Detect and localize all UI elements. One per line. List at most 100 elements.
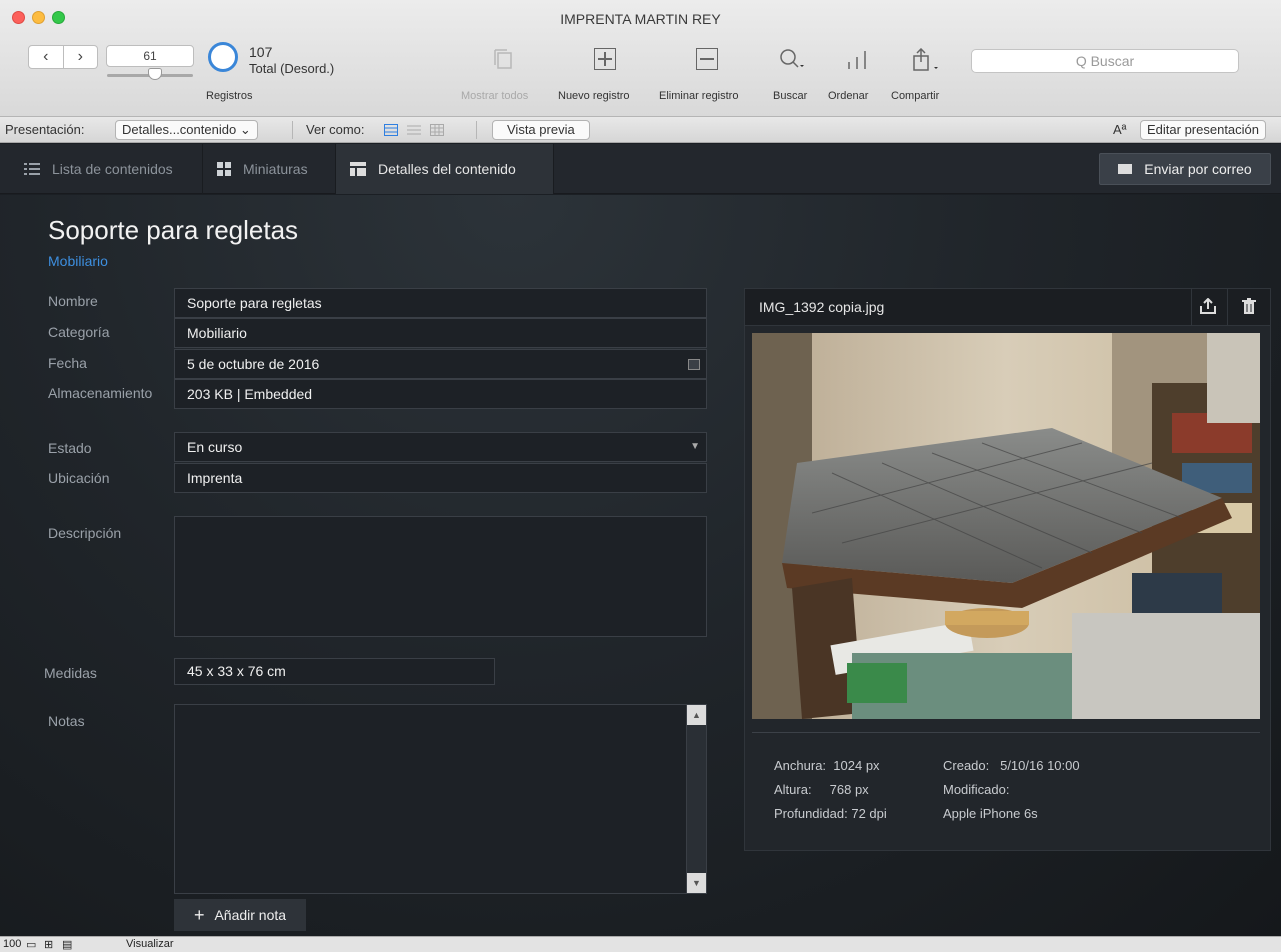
new-record-button[interactable]: Nuevo registro xyxy=(558,90,630,102)
presentation-select-value: Detalles...contenido xyxy=(122,122,237,137)
record-category-link[interactable]: Mobiliario xyxy=(48,253,108,269)
plus-icon: + xyxy=(193,904,205,925)
notes-field[interactable]: ▲ ▼ xyxy=(174,704,707,894)
font-size-icon[interactable]: Aª xyxy=(1113,122,1126,137)
new-record-icon[interactable] xyxy=(594,48,616,70)
content-tabs: Lista de contenidos Miniaturas Detalles … xyxy=(0,144,1281,194)
date-value: 5 de octubre de 2016 xyxy=(187,356,320,372)
zoom-in-icon[interactable]: ⊞ xyxy=(44,938,53,951)
show-all-icon[interactable] xyxy=(492,48,514,74)
next-record-button[interactable]: › xyxy=(63,45,98,69)
calendar-icon[interactable] xyxy=(688,359,700,370)
image-depth-label: Profundidad: xyxy=(774,806,848,821)
separator xyxy=(1227,289,1228,326)
status-dropdown[interactable]: En curso ▼ xyxy=(174,432,707,462)
image-depth-value: 72 dpi xyxy=(851,806,887,821)
delete-record-button[interactable]: Eliminar registro xyxy=(659,90,738,102)
status-bar: 100 ▭ ⊞ ▤ Visualizar xyxy=(0,936,1281,952)
notes-scrollbar[interactable]: ▲ ▼ xyxy=(686,705,706,893)
measures-field[interactable]: 45 x 33 x 76 cm xyxy=(174,658,495,685)
grid-icon xyxy=(217,162,231,176)
measures-label: Medidas xyxy=(44,665,97,681)
total-records-count: 107 xyxy=(249,44,273,60)
edit-layout-button[interactable]: Editar presentación xyxy=(1140,120,1267,140)
record-title: Soporte para regletas xyxy=(48,215,299,245)
category-label: Categoría xyxy=(48,324,110,340)
view-as-label: Ver como: xyxy=(306,122,365,137)
date-field[interactable]: 5 de octubre de 2016 xyxy=(174,349,707,379)
sort-button[interactable]: Ordenar xyxy=(828,90,868,102)
name-label: Nombre xyxy=(48,293,98,309)
show-all-button[interactable]: Mostrar todos xyxy=(461,90,528,102)
list-icon xyxy=(24,163,40,175)
window-title: IMPRENTA MARTIN REY xyxy=(560,11,721,27)
toggle-status-icon[interactable]: ▤ xyxy=(62,938,72,951)
image-width-label: Anchura: xyxy=(774,758,827,773)
tab-label: Lista de contenidos xyxy=(52,161,173,177)
search-icon[interactable] xyxy=(779,48,805,74)
divider xyxy=(752,732,1260,733)
notes-label: Notas xyxy=(48,713,85,729)
sort-icon[interactable] xyxy=(844,48,870,74)
description-field[interactable] xyxy=(174,516,707,637)
add-note-label: Añadir nota xyxy=(214,907,287,923)
scroll-up-icon[interactable]: ▲ xyxy=(687,705,706,725)
image-created-value: 5/10/16 10:00 xyxy=(1000,758,1080,773)
image-height-value: 768 px xyxy=(829,782,869,797)
tab-label: Miniaturas xyxy=(243,161,308,177)
image-width-value: 1024 px xyxy=(833,758,880,773)
scroll-down-icon[interactable]: ▼ xyxy=(687,873,706,893)
share-button[interactable]: Compartir xyxy=(891,90,939,102)
separator xyxy=(476,121,477,139)
send-email-label: Enviar por correo xyxy=(1144,161,1252,177)
name-field[interactable]: Soporte para regletas xyxy=(174,288,707,318)
presentation-label: Presentación: xyxy=(5,122,85,137)
storage-label: Almacenamiento xyxy=(48,385,153,401)
total-records-label: Total (Desord.) xyxy=(249,61,335,76)
form-view-icon[interactable] xyxy=(384,124,398,136)
tab-content-list[interactable]: Lista de contenidos xyxy=(0,144,203,194)
envelope-icon xyxy=(1118,164,1133,174)
zoom-level[interactable]: 100 xyxy=(3,938,21,950)
preview-button[interactable]: Vista previa xyxy=(492,120,590,140)
record-detail: Soporte para regletas Mobiliario Nombre … xyxy=(0,195,1281,936)
image-height: Altura: 768 px xyxy=(774,782,869,797)
add-note-button[interactable]: + Añadir nota xyxy=(174,899,306,931)
date-label: Fecha xyxy=(48,355,87,371)
image-modified-label: Modificado: xyxy=(943,782,1010,797)
send-email-button[interactable]: Enviar por correo xyxy=(1099,153,1271,185)
image-header: IMG_1392 copia.jpg xyxy=(745,289,1270,326)
search-input[interactable]: Q Buscar xyxy=(971,49,1239,73)
trash-icon[interactable] xyxy=(1242,298,1256,319)
mode-label[interactable]: Visualizar xyxy=(126,938,174,950)
share-icon[interactable] xyxy=(910,47,942,76)
chevron-right-icon: › xyxy=(77,48,83,65)
status-label: Estado xyxy=(48,440,92,456)
record-slider-handle[interactable] xyxy=(148,68,162,80)
storage-field: 203 KB | Embedded xyxy=(174,379,707,409)
status-value: En curso xyxy=(187,439,243,455)
detail-icon xyxy=(350,162,366,176)
record-number-field[interactable]: 61 xyxy=(106,45,194,67)
tab-content-details[interactable]: Detalles del contenido xyxy=(336,144,554,194)
presentation-select[interactable]: Detalles...contenido ⌄ xyxy=(115,120,258,140)
search-button[interactable]: Buscar xyxy=(773,90,807,102)
location-label: Ubicación xyxy=(48,470,110,486)
zoom-out-icon[interactable]: ▭ xyxy=(26,938,36,951)
record-pie-icon xyxy=(208,42,238,72)
delete-record-icon[interactable] xyxy=(696,48,718,70)
table-view-icon[interactable] xyxy=(430,124,444,136)
records-label: Registros xyxy=(206,90,253,102)
location-field[interactable]: Imprenta xyxy=(174,463,707,493)
image-created: Creado: 5/10/16 10:00 xyxy=(943,758,1080,773)
record-photo xyxy=(752,333,1260,719)
image-created-label: Creado: xyxy=(943,758,990,773)
image-depth: Profundidad: 72 dpi xyxy=(774,806,887,821)
tab-label: Detalles del contenido xyxy=(378,161,516,177)
record-navigation: ‹ › xyxy=(28,45,98,69)
export-icon[interactable] xyxy=(1200,297,1216,319)
tab-thumbnails[interactable]: Miniaturas xyxy=(203,144,336,194)
previous-record-button[interactable]: ‹ xyxy=(28,45,64,69)
list-view-icon[interactable] xyxy=(407,124,421,136)
category-field[interactable]: Mobiliario xyxy=(174,318,707,348)
